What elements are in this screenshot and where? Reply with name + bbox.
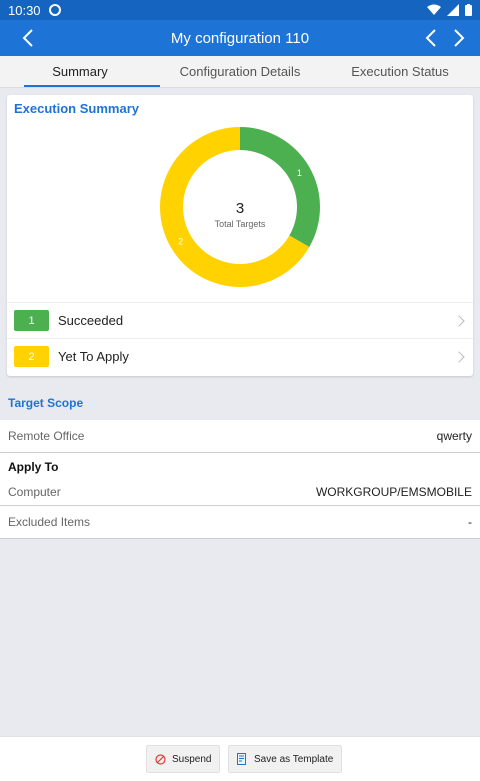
status-bar: 10:30: [0, 0, 480, 20]
remote-office-row: Remote Office qwerty: [0, 420, 480, 453]
suspend-icon: [155, 753, 166, 765]
succeeded-label: Succeeded: [58, 313, 124, 328]
wifi-icon: [427, 4, 441, 15]
donut-slice-succeeded: [240, 127, 320, 247]
excluded-items-value: -: [468, 515, 472, 529]
tab-execution-status[interactable]: Execution Status: [320, 56, 480, 87]
yet-to-apply-count-badge: 2: [14, 346, 49, 367]
tab-bar: Summary Configuration Details Execution …: [0, 56, 480, 88]
tab-configuration-details[interactable]: Configuration Details: [160, 56, 320, 87]
page-title: My configuration 110: [170, 29, 310, 47]
signal-icon: [447, 4, 459, 16]
template-icon: [237, 753, 246, 765]
execution-summary-card: Execution Summary 1 2 3 Total Targets 1 S…: [7, 95, 473, 376]
remote-office-value: qwerty: [436, 429, 472, 443]
total-targets-count: 3: [235, 200, 245, 217]
save-as-template-button[interactable]: Save as Template: [228, 745, 343, 773]
suspend-button[interactable]: Suspend: [146, 745, 221, 773]
total-targets-label: Total Targets: [214, 219, 266, 229]
computer-label: Computer: [8, 485, 61, 499]
status-time: 10:30: [8, 2, 41, 18]
remote-office-label: Remote Office: [8, 429, 85, 443]
save-as-template-label: Save as Template: [254, 753, 334, 765]
target-scope-title: Target Scope: [8, 396, 84, 410]
donut-slice-label: 2: [178, 236, 183, 246]
battery-icon: [465, 4, 472, 16]
chevron-right-icon[interactable]: [447, 26, 471, 50]
donut-slice-label: 1: [297, 168, 302, 178]
succeeded-count-badge: 1: [14, 310, 49, 331]
excluded-items-label: Excluded Items: [8, 515, 91, 529]
target-scope-section: Remote Office qwerty Apply To Computer W…: [0, 420, 480, 539]
chevron-left-icon[interactable]: [419, 26, 443, 50]
apply-to-heading: Apply To: [8, 460, 59, 474]
suspend-label: Suspend: [172, 753, 212, 765]
computer-value: WORKGROUP/EMSMOBILE: [315, 485, 472, 499]
tab-summary[interactable]: Summary: [0, 56, 160, 87]
app-bar: My configuration 110: [0, 20, 480, 56]
excluded-items-row: Excluded Items -: [0, 506, 480, 539]
chevron-right-icon: [453, 314, 465, 327]
yet-to-apply-label: Yet To Apply: [58, 349, 129, 364]
apply-to-block: Apply To Computer WORKGROUP/EMSMOBILE: [0, 453, 480, 506]
execution-summary-title: Execution Summary: [14, 101, 139, 116]
legend-row-succeeded[interactable]: 1 Succeeded: [7, 302, 473, 338]
legend-row-yet-to-apply[interactable]: 2 Yet To Apply: [7, 338, 473, 374]
sync-icon: [48, 4, 61, 16]
bottom-action-bar: Suspend Save as Template: [0, 736, 480, 781]
donut-center: 3 Total Targets: [200, 200, 280, 229]
chevron-right-icon: [453, 350, 465, 363]
